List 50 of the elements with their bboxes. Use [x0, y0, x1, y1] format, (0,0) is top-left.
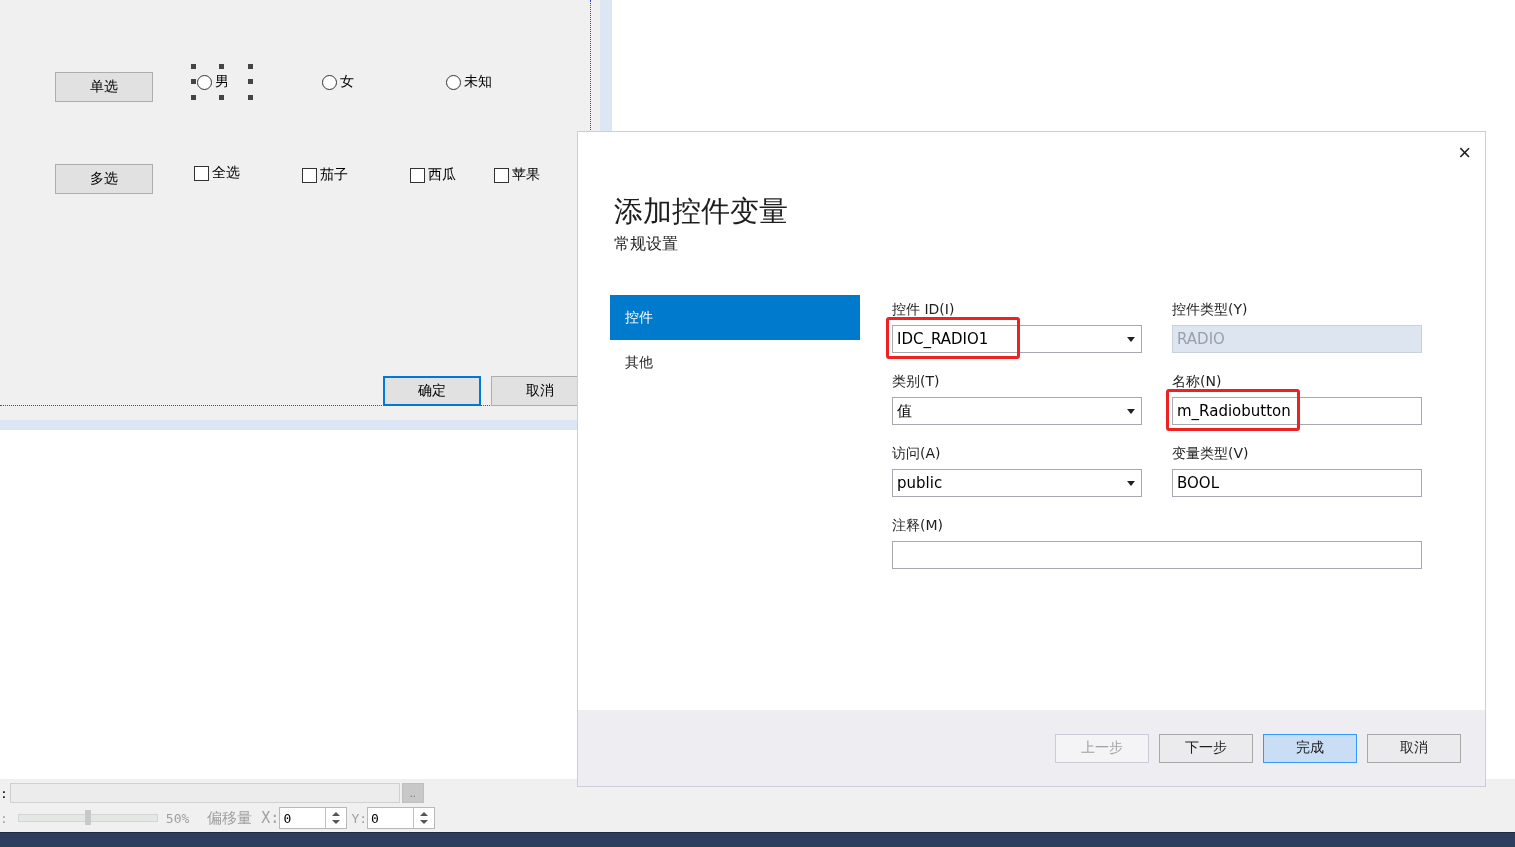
radio-label: 未知 [464, 73, 492, 91]
checkbox[interactable] [494, 167, 509, 183]
form-button[interactable]: 多选 [55, 164, 153, 194]
input-field[interactable]: m_Radiobutton [1172, 397, 1422, 425]
ok-button[interactable]: 确定 [383, 376, 481, 406]
dialog-button[interactable]: 取消 [1367, 733, 1461, 763]
input-field[interactable]: BOOL [1172, 469, 1422, 497]
checkbox-label: 全选 [212, 164, 240, 182]
radio-label: 女 [340, 73, 354, 91]
scale-label: : [0, 810, 8, 826]
field-label: 注释(M) [892, 517, 944, 535]
image-path-field[interactable] [9, 783, 400, 803]
field-label: 控件类型(Y) [1172, 301, 1249, 319]
radio-button[interactable] [197, 74, 212, 90]
scale-reading: 50% [165, 810, 190, 826]
field-label: 变量类型(V) [1172, 445, 1250, 463]
dialog-button[interactable]: 下一步 [1159, 733, 1253, 763]
dialog-title: 添加控件变量 [614, 193, 789, 230]
form-button[interactable]: 单选 [55, 72, 153, 102]
dropdown-caret-icon[interactable] [1127, 408, 1135, 414]
dropdown-caret-icon[interactable] [1127, 480, 1135, 486]
dropdown-caret-icon[interactable] [1127, 336, 1135, 342]
dropdown-field[interactable]: public [892, 469, 1142, 497]
nav-item[interactable]: 控件 [610, 295, 860, 340]
input-field[interactable] [892, 541, 1422, 569]
nav-item[interactable]: 其他 [610, 340, 860, 385]
checkbox[interactable] [302, 167, 317, 183]
checkbox[interactable] [194, 165, 209, 181]
checkbox[interactable] [410, 167, 425, 183]
image-label: : [0, 785, 8, 801]
dropdown-field[interactable]: 值 [892, 397, 1142, 425]
offset-y-label: Y: [351, 810, 368, 826]
checkbox-label: 西瓜 [428, 166, 456, 184]
slider-thumb[interactable] [84, 810, 91, 825]
radio-label: 男 [215, 73, 229, 91]
offset-y-spinbox[interactable]: 0 [367, 807, 436, 829]
offset-x-spinbox[interactable]: 0 [279, 807, 348, 829]
field-label: 类别(T) [892, 373, 941, 391]
field-label: 控件 ID(I) [892, 301, 956, 319]
radio-button[interactable] [446, 74, 461, 90]
dialog-button[interactable]: 完成 [1263, 733, 1357, 763]
dialog-subtitle: 常规设置 [614, 234, 679, 255]
offset-x-label: 偏移量 X: [207, 808, 280, 828]
checkbox-label: 茄子 [320, 166, 348, 184]
field-label: 名称(N) [1172, 373, 1223, 391]
dropdown-field[interactable]: IDC_RADIO1 [892, 325, 1142, 353]
close-button[interactable]: × [1454, 140, 1475, 166]
field-label: 访问(A) [892, 445, 942, 463]
checkbox-label: 苹果 [512, 166, 540, 184]
radio-button[interactable] [322, 74, 337, 90]
